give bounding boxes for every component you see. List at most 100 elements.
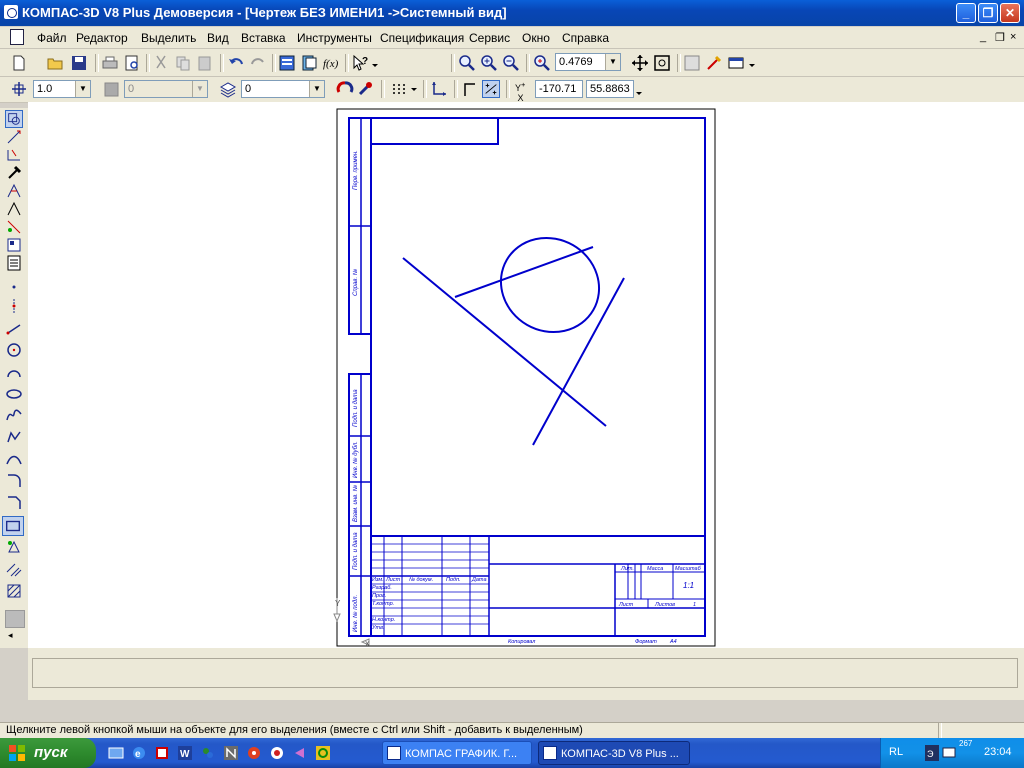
scroll-left-icon[interactable]: ◂ — [8, 630, 13, 641]
spline-icon[interactable] — [5, 406, 23, 424]
layer-state-icon[interactable] — [103, 80, 121, 98]
manager-icon[interactable] — [278, 54, 296, 72]
local-cs-icon[interactable] — [430, 80, 448, 98]
point-icon[interactable] — [5, 278, 23, 296]
cursor-step-combo[interactable]: 1.0 ▼ — [33, 80, 91, 98]
dropdown-arrow-icon[interactable] — [370, 54, 380, 72]
zoom-in-icon[interactable] — [480, 54, 498, 72]
copy-icon[interactable] — [174, 54, 192, 72]
messenger-icon[interactable] — [200, 745, 216, 761]
app-icon-arrow[interactable] — [292, 745, 308, 761]
cursor-x-field[interactable]: -170.71 — [535, 80, 583, 98]
menu-view[interactable]: Вид — [207, 31, 229, 45]
start-button[interactable]: пуск — [0, 738, 96, 768]
undo-icon[interactable] — [227, 54, 245, 72]
designations-icon[interactable] — [5, 146, 23, 164]
task-kompas-grafik[interactable]: КОМПАС ГРАФИК. Г... — [382, 741, 532, 765]
zoom-window-icon[interactable] — [458, 54, 476, 72]
minimize-button[interactable]: _ — [956, 3, 976, 23]
chamfer-icon[interactable] — [5, 494, 23, 512]
circle-icon[interactable] — [5, 341, 23, 359]
chevron-down-icon[interactable]: ▼ — [75, 81, 90, 97]
network-icon[interactable] — [942, 745, 956, 761]
show-desktop-icon[interactable] — [108, 745, 124, 761]
menu-help[interactable]: Справка — [562, 31, 609, 45]
media-player-icon[interactable] — [154, 745, 170, 761]
opera-icon[interactable] — [269, 745, 285, 761]
rectangle-icon[interactable] — [2, 516, 24, 536]
show-all-icon[interactable] — [653, 54, 671, 72]
associative-view-icon[interactable] — [5, 236, 23, 254]
window-titlebar[interactable]: КОМПАС-3D V8 Plus Демоверсия - [Чертеж Б… — [0, 0, 1024, 26]
menu-service[interactable]: Сервис — [469, 31, 510, 45]
language-indicator[interactable]: RL — [889, 746, 903, 758]
zoom-scale-icon[interactable] — [533, 54, 551, 72]
chevron-down-icon[interactable]: ▼ — [309, 81, 324, 97]
internet-explorer-icon[interactable]: e — [131, 745, 147, 761]
ellipse-icon[interactable] — [5, 385, 23, 403]
menu-insert[interactable]: Вставка — [241, 31, 286, 45]
close-button[interactable]: ✕ — [1000, 3, 1020, 23]
bezier-icon[interactable] — [5, 450, 23, 468]
drawing-canvas[interactable]: Перв. примен. Справ. № Подп. и дата Инв.… — [28, 102, 1024, 648]
segment-icon[interactable] — [5, 320, 23, 338]
zoom-scale-combo[interactable]: 0.4769 ▼ — [555, 53, 621, 71]
player-icon[interactable] — [246, 745, 262, 761]
chevron-down-icon[interactable]: ▼ — [605, 54, 620, 70]
library-icon[interactable] — [300, 54, 318, 72]
arc-icon[interactable] — [5, 364, 23, 382]
menu-editor[interactable]: Редактор — [76, 31, 128, 45]
snap-magnet-icon[interactable] — [336, 80, 354, 98]
menu-window[interactable]: Окно — [522, 31, 550, 45]
select-icon[interactable] — [5, 218, 23, 236]
paste-icon[interactable] — [196, 54, 214, 72]
local-snap-icon[interactable] — [356, 80, 374, 98]
cursor-step-icon[interactable] — [10, 80, 28, 98]
fillet-icon[interactable] — [5, 472, 23, 490]
dimensions-icon[interactable] — [5, 128, 23, 146]
app-icon-c[interactable] — [315, 745, 331, 761]
menu-specification[interactable]: Спецификация — [380, 31, 464, 45]
layer-style-combo[interactable]: 0 ▼ — [241, 80, 325, 98]
pan-icon[interactable] — [631, 54, 649, 72]
new-document-icon[interactable] — [10, 54, 28, 72]
zoom-out-icon[interactable] — [502, 54, 520, 72]
grid-icon[interactable] — [390, 80, 408, 98]
ortho-mode-icon[interactable] — [461, 80, 479, 98]
parametrization-icon[interactable] — [5, 182, 23, 200]
cursor-y-field[interactable]: 55.8863 — [586, 80, 634, 98]
context-help-icon[interactable]: ? — [351, 54, 369, 72]
document-icon[interactable] — [10, 29, 24, 45]
tools-icon[interactable] — [705, 54, 723, 72]
dropdown-arrow-icon[interactable] — [409, 80, 419, 98]
geometry-icon[interactable] — [5, 110, 23, 128]
menu-select[interactable]: Выделить — [141, 31, 196, 45]
print-icon[interactable] — [101, 54, 119, 72]
equidistant-icon[interactable] — [5, 560, 23, 578]
view-manager-icon[interactable] — [727, 54, 745, 72]
app-icon-n[interactable] — [223, 745, 239, 761]
cut-icon[interactable] — [152, 54, 170, 72]
hatch-icon[interactable] — [5, 582, 23, 600]
dropdown-arrow-icon[interactable] — [634, 80, 644, 98]
contour-icon[interactable] — [5, 538, 23, 556]
more-tools-icon[interactable] — [5, 610, 25, 628]
tray-app-icon[interactable]: Э — [925, 745, 939, 761]
redo-icon[interactable] — [249, 54, 267, 72]
drawing-sheet[interactable]: Перв. примен. Справ. № Подп. и дата Инв.… — [28, 102, 1024, 648]
aux-line-icon[interactable] — [5, 297, 23, 315]
open-folder-icon[interactable] — [46, 54, 64, 72]
mdi-restore-button[interactable]: ❐ — [995, 31, 1005, 44]
measure-icon[interactable] — [5, 200, 23, 218]
clock[interactable]: 23:04 — [984, 746, 1012, 758]
menu-tools[interactable]: Инструменты — [297, 31, 372, 45]
variables-fx-icon[interactable]: f(x) — [322, 54, 340, 72]
maximize-button[interactable]: ❐ — [978, 3, 998, 23]
layout-icon[interactable] — [683, 54, 701, 72]
mdi-close-button[interactable]: × — [1010, 31, 1016, 43]
mdi-minimize-button[interactable]: _ — [980, 31, 986, 43]
polyline-icon[interactable] — [5, 428, 23, 446]
save-icon[interactable] — [70, 54, 88, 72]
edit-icon[interactable] — [5, 164, 23, 182]
menu-file[interactable]: Файл — [37, 31, 67, 45]
